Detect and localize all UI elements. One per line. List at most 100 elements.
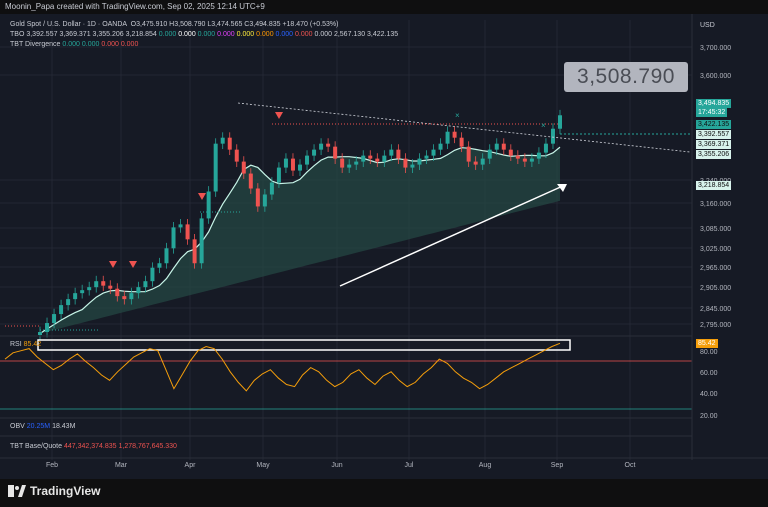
rsi-tag: 85.42	[696, 339, 718, 348]
tradingview-logo[interactable]: TradingView	[8, 484, 100, 498]
tbo-value-14: 3,422.135	[365, 31, 399, 38]
candle-body	[459, 137, 464, 147]
tbo-value-10: 0.000	[273, 31, 294, 38]
candle-body	[558, 115, 562, 129]
price-axis: 3,700.0003,600.0003,240.0003,160.0003,08…	[691, 14, 731, 460]
currency-label[interactable]: USD	[696, 20, 760, 32]
candle-body	[234, 149, 239, 162]
tbt-div-label: TBT Divergence	[10, 41, 61, 48]
brand-name: TradingView	[30, 484, 101, 498]
time-tick-label: Aug	[479, 462, 492, 469]
bottom-bar	[0, 479, 768, 507]
candle-body	[241, 161, 246, 174]
tbo-value-9: 0.000	[254, 31, 274, 38]
tbt-div-values: 0.000 0.000 0.000 0.000	[62, 41, 138, 48]
candle-body	[305, 155, 310, 165]
tradingview-icon	[8, 485, 26, 497]
candle-body	[178, 224, 183, 228]
candle-body	[396, 149, 401, 159]
tbo-values: 3,392.557 3,369.371 3,355.206 3,218.854 …	[26, 31, 398, 38]
tbo-value-6: 0.000	[195, 31, 216, 38]
candle-body	[312, 149, 317, 156]
candle-body	[368, 155, 373, 159]
time-tick-label: Sep	[551, 462, 564, 469]
candle-body	[227, 137, 232, 150]
tbt-div-legend: TBT Divergence 0.000 0.000 0.000 0.000	[10, 40, 138, 49]
tbo-value-11: 0.000	[293, 31, 313, 38]
candle-body	[494, 143, 499, 150]
tbt-base-value-1: 447,342,374.835	[63, 443, 117, 450]
currency-text: USD	[700, 22, 715, 29]
candle-body	[143, 281, 148, 288]
rsi-legend: RSI 85.42	[10, 340, 41, 349]
candle-body	[80, 290, 85, 294]
candle-body	[445, 131, 450, 144]
symbol-title: Gold Spot / U.S. Dollar · 1D · OANDA	[10, 21, 127, 28]
candle-body	[157, 263, 162, 268]
candle-body	[333, 146, 338, 159]
tbo-value-3: 3,218.854	[123, 31, 157, 38]
rsi-tick-label: 60.00	[700, 370, 718, 377]
time-tick-label: Oct	[625, 462, 636, 469]
tbo-value-1: 3,369.371	[57, 31, 91, 38]
tbo-value-12: 0.000	[312, 31, 332, 38]
tbo-tag-a: 3,392.557	[696, 130, 732, 139]
candle-body	[94, 281, 99, 288]
candle-body	[115, 288, 120, 297]
price-tick-label: 3,600.000	[700, 73, 731, 80]
candle-body	[550, 128, 555, 144]
buy-signal: ×	[541, 121, 546, 130]
obv-legend: OBV 20.25M 18.43M	[10, 422, 75, 431]
candle-body	[276, 167, 281, 183]
candle-body	[66, 299, 71, 306]
candle-body	[403, 158, 408, 168]
tbo-label: TBO	[10, 31, 25, 38]
candle-body	[136, 287, 141, 294]
obv-value-2: 18.43M	[52, 423, 76, 430]
tbo-value-7: 0.000	[215, 31, 235, 38]
time-tick-label: Jul	[405, 462, 414, 469]
candle-body	[326, 143, 331, 147]
candle-body	[515, 155, 520, 159]
tbo-value-13: 2,567.130	[332, 31, 366, 38]
time-tick-label: Mar	[115, 462, 128, 469]
tbt-base-legend: TBT Base/Quote 447,342,374.835 1,278,767…	[10, 442, 177, 451]
candle-body	[480, 158, 485, 165]
tbt-base-label: TBT Base/Quote	[10, 443, 63, 450]
tbo-value-0: 3,392.557	[26, 31, 58, 38]
price-tick-label: 2,795.000	[700, 322, 731, 329]
candle-body	[206, 191, 211, 219]
candle-body	[536, 152, 541, 159]
rsi-highlight-box	[37, 339, 571, 351]
big-price-label: 3,508.790	[564, 62, 688, 92]
tbo-value-8: 0.000	[234, 31, 255, 38]
tbo-tag-c: 3,355.206	[696, 150, 732, 159]
rsi-value: 85.42	[23, 341, 42, 348]
candle-body	[298, 164, 302, 171]
symbol-legend: Gold Spot / U.S. Dollar · 1D · OANDA O3,…	[10, 20, 339, 29]
tbt-div-value-1: 0.000	[79, 41, 100, 48]
candle-body	[319, 143, 324, 150]
sell-signal	[275, 112, 283, 119]
price-tick-label: 2,845.000	[700, 306, 731, 313]
candle-body	[347, 164, 352, 168]
time-tick-label: Apr	[185, 462, 197, 469]
candle-body	[417, 158, 422, 165]
tbt-div-value-2: 0.000	[99, 41, 119, 48]
price-tick-label: 2,905.000	[700, 285, 731, 292]
candle-body	[171, 227, 176, 249]
rsi-tick-label: 20.00	[700, 413, 718, 420]
candle-body	[438, 143, 443, 150]
candle-body	[522, 158, 527, 162]
candle-body	[389, 149, 394, 156]
candle-body	[122, 296, 127, 300]
candle-body	[101, 281, 106, 286]
countdown-tag: 17:45:32	[696, 108, 728, 117]
candle-body	[129, 293, 134, 300]
sell-signal	[198, 193, 206, 200]
candle-body	[290, 158, 295, 171]
obv-label: OBV	[10, 423, 25, 430]
candle-body	[59, 305, 64, 315]
rsi-label: RSI	[10, 341, 22, 348]
candle-body	[529, 158, 534, 162]
